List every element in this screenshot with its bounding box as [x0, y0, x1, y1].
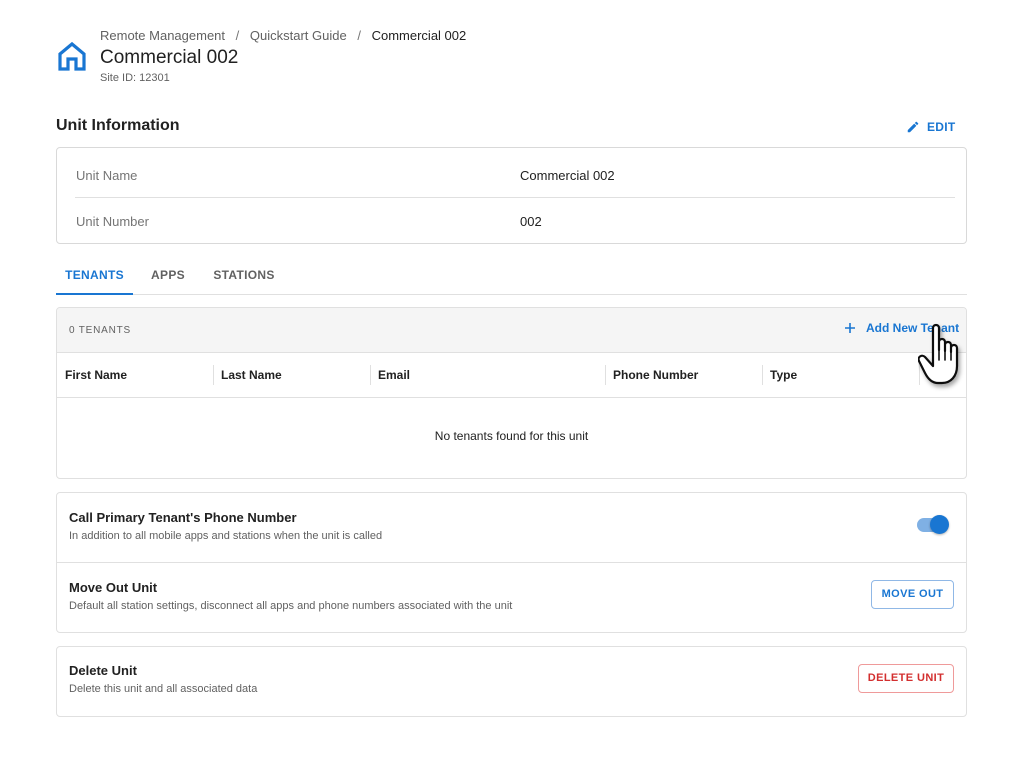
column-last-name[interactable]: Last Name — [221, 368, 282, 382]
column-first-name[interactable]: First Name — [65, 368, 127, 382]
unit-name-value: Commercial 002 — [520, 168, 615, 183]
unit-info-card: Unit Name Commercial 002 Unit Number 002 — [56, 147, 967, 244]
move-out-button[interactable]: MOVE OUT — [871, 580, 954, 609]
tenant-count: 0 TENANTS — [69, 325, 132, 336]
call-primary-tenant-row: Call Primary Tenant's Phone Number In ad… — [57, 493, 966, 563]
breadcrumb-item-quickstart-guide[interactable]: Quickstart Guide — [250, 28, 347, 43]
column-divider — [762, 365, 763, 385]
unit-number-value: 002 — [520, 213, 542, 229]
tab-tenants[interactable]: TENANTS — [56, 258, 133, 295]
unit-information-title: Unit Information — [56, 117, 180, 134]
call-primary-tenant-toggle[interactable] — [917, 515, 949, 534]
hand-pointer-cursor-icon — [918, 323, 959, 385]
tenants-table-header: 0 TENANTS Add New Tenant — [57, 308, 966, 353]
toggle-knob — [930, 515, 949, 534]
column-divider — [370, 365, 371, 385]
column-divider — [605, 365, 606, 385]
breadcrumb-separator: / — [357, 28, 361, 43]
tenants-column-headers: First Name Last Name Email Phone Number … — [57, 353, 966, 398]
move-out-unit-row: Move Out Unit Default all station settin… — [57, 563, 966, 633]
move-out-unit-description: Default all station settings, disconnect… — [69, 600, 513, 612]
unit-name-row: Unit Name Commercial 002 — [75, 154, 955, 198]
tenants-table-card: 0 TENANTS Add New Tenant First Name Last… — [56, 307, 967, 479]
tab-stations[interactable]: STATIONS — [208, 258, 280, 295]
unit-tabs: TENANTS APPS STATIONS — [56, 258, 967, 295]
edit-button[interactable]: EDIT — [906, 117, 956, 137]
page-header: Remote Management / Quickstart Guide / C… — [56, 26, 656, 90]
pencil-icon — [907, 121, 919, 133]
site-id: Site ID: 12301 — [100, 72, 170, 84]
move-out-unit-title: Move Out Unit — [69, 580, 158, 595]
unit-name-label: Unit Name — [76, 168, 138, 183]
column-type[interactable]: Type — [770, 368, 797, 382]
delete-unit-description: Delete this unit and all associated data — [69, 683, 258, 695]
breadcrumb: Remote Management / Quickstart Guide / C… — [100, 28, 466, 43]
unit-settings-card: Call Primary Tenant's Phone Number In ad… — [56, 492, 967, 633]
column-divider — [213, 365, 214, 385]
column-phone-number[interactable]: Phone Number — [613, 368, 698, 382]
edit-label: EDIT — [927, 120, 956, 134]
unit-number-label: Unit Number — [76, 213, 149, 229]
breadcrumb-separator: / — [235, 28, 240, 43]
breadcrumb-item-remote-management[interactable]: Remote Management — [100, 28, 225, 43]
delete-unit-title: Delete Unit — [69, 663, 137, 678]
page-title: Commercial 002 — [100, 47, 239, 68]
call-primary-tenant-title: Call Primary Tenant's Phone Number — [69, 510, 297, 525]
delete-unit-card: Delete Unit Delete this unit and all ass… — [56, 646, 967, 717]
column-email[interactable]: Email — [378, 368, 410, 382]
breadcrumb-item-current: Commercial 002 — [371, 28, 467, 43]
home-icon — [58, 41, 86, 71]
call-primary-tenant-description: In addition to all mobile apps and stati… — [69, 530, 383, 542]
unit-number-row: Unit Number 002 — [75, 199, 955, 243]
delete-unit-button[interactable]: DELETE UNIT — [858, 664, 954, 693]
plus-icon — [845, 323, 855, 333]
empty-tenants-message: No tenants found for this unit — [434, 429, 589, 443]
tab-apps[interactable]: APPS — [144, 258, 192, 295]
